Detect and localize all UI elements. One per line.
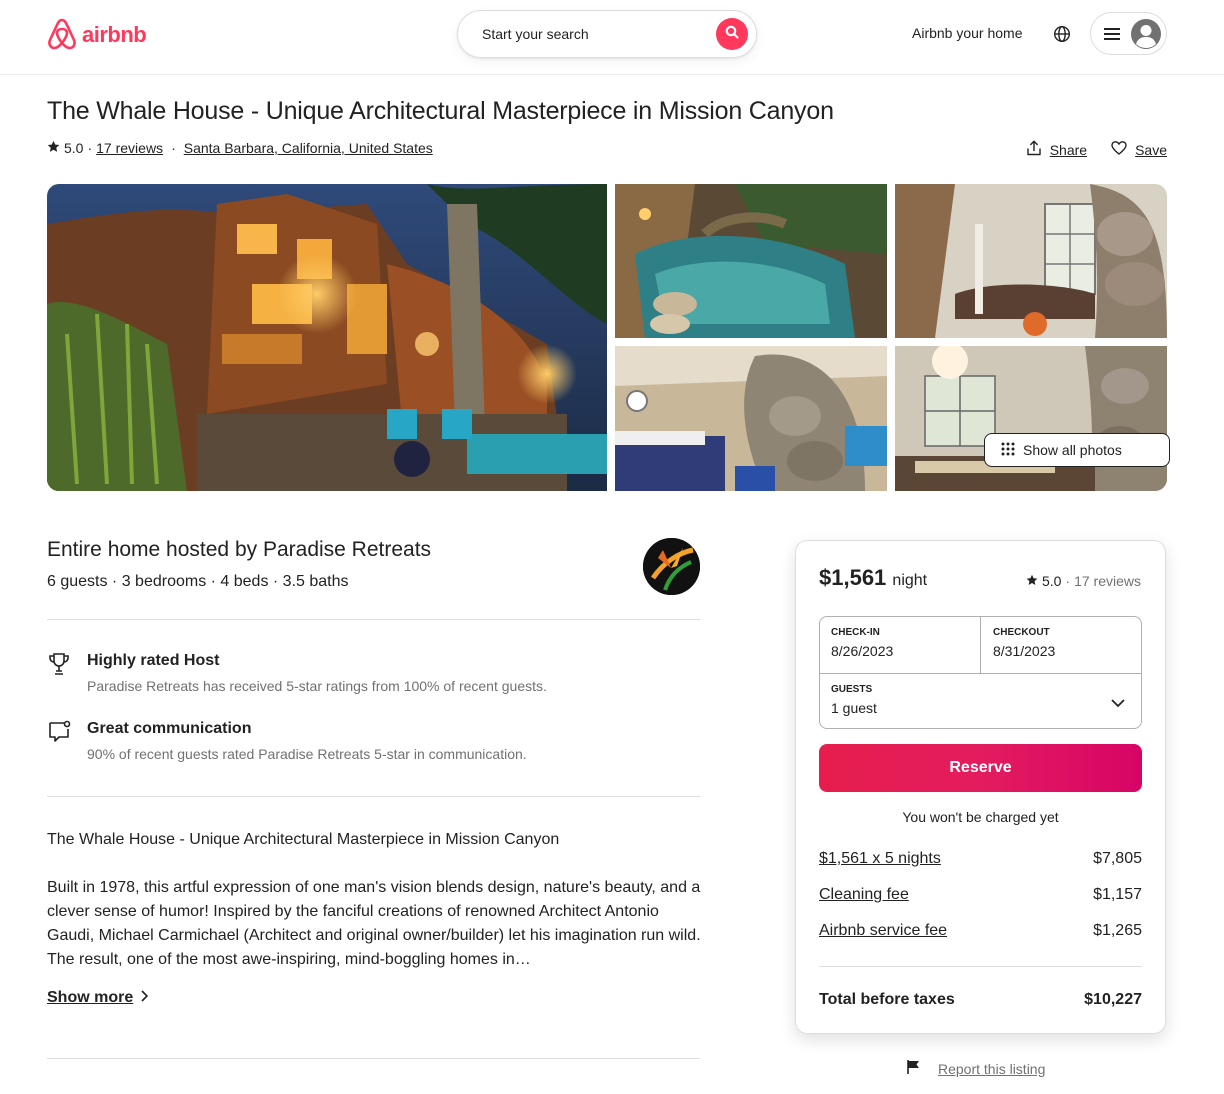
date-guest-picker: CHECK-IN 8/26/2023 CHECKOUT 8/31/2023 GU… — [819, 616, 1142, 729]
photo-3[interactable] — [895, 184, 1167, 338]
host-avatar[interactable] — [643, 538, 700, 595]
save-label: Save — [1135, 141, 1167, 158]
price-amount: $1,561 — [819, 565, 887, 590]
highlight-title: Great communication — [87, 720, 252, 737]
divider — [47, 619, 700, 620]
highlight-desc: 90% of recent guests rated Paradise Retr… — [87, 746, 527, 762]
photo-5[interactable] — [895, 346, 1167, 491]
airbnb-logo-icon — [46, 17, 78, 56]
show-more-label: Show more — [47, 989, 134, 1006]
listing-title: The Whale House - Unique Architectural M… — [47, 97, 834, 125]
no-charge-note: You won't be charged yet — [902, 809, 1059, 825]
guests-label: GUESTS — [831, 684, 873, 695]
card-rating-value: 5.0 — [1041, 573, 1062, 589]
photo-2[interactable] — [615, 184, 887, 338]
menu-icon — [1104, 27, 1120, 46]
nightly-price: $1,561 night — [819, 565, 927, 591]
share-icon — [1026, 140, 1042, 159]
highlight-desc: Paradise Retreats has received 5-star ra… — [87, 678, 547, 694]
location-link[interactable]: Santa Barbara, California, United States — [184, 140, 433, 156]
user-menu-button[interactable] — [1090, 12, 1167, 55]
fee-row: Airbnb service fee $1,265 — [819, 922, 1142, 940]
checkout-value: 8/31/2023 — [993, 643, 1056, 659]
price-unit: night — [892, 572, 928, 589]
airbnb-your-home-link[interactable]: Airbnb your home — [912, 25, 1023, 41]
airbnb-logo[interactable]: airbnb — [46, 17, 147, 56]
search-button[interactable] — [716, 18, 748, 50]
listing-actions: Share Save — [1026, 140, 1167, 159]
fee-row: $1,561 x 5 nights $7,805 — [819, 850, 1142, 868]
reviews-link[interactable]: 17 reviews — [96, 140, 163, 156]
total-amount: $10,227 — [1084, 991, 1142, 1008]
booking-card: $1,561 night 5.0 · 17 reviews CHECK-IN 8… — [795, 540, 1166, 1034]
checkout-label: CHECKOUT — [993, 627, 1050, 638]
search-bar[interactable]: Start your search — [457, 10, 757, 58]
hosted-by-heading: Entire home hosted by Paradise Retreats — [47, 538, 432, 561]
divider — [819, 966, 1142, 967]
divider — [47, 796, 700, 797]
fee-label[interactable]: Cleaning fee — [819, 886, 909, 904]
fee-amount: $1,157 — [1093, 886, 1142, 903]
listing-specs: 6 guests · 3 bedrooms · 4 beds · 3.5 bat… — [47, 573, 349, 590]
divider — [47, 1058, 700, 1059]
listing-meta: 5.0 · 17 reviews · Santa Barbara, Califo… — [47, 140, 433, 156]
logo-text: airbnb — [82, 22, 147, 47]
star-icon — [47, 140, 60, 156]
show-more-button[interactable]: Show more — [47, 989, 149, 1007]
fee-label[interactable]: Airbnb service fee — [819, 922, 947, 940]
report-label: Report this listing — [938, 1060, 1046, 1077]
main-photo[interactable] — [47, 184, 607, 491]
top-nav: airbnb Start your search Airbnb your hom… — [0, 0, 1224, 75]
highlight-title: Highly rated Host — [87, 652, 220, 669]
total-label: Total before taxes — [819, 991, 955, 1008]
search-placeholder[interactable]: Start your search — [482, 26, 589, 42]
guests-field[interactable]: GUESTS 1 guest — [820, 674, 1141, 730]
checkin-label: CHECK-IN — [831, 627, 880, 638]
star-icon — [1026, 573, 1038, 589]
description-body: Built in 1978, this artful expression of… — [47, 879, 701, 968]
fee-row: Cleaning fee $1,157 — [819, 886, 1142, 904]
show-all-photos-label: Show all photos — [1023, 442, 1122, 458]
listing-rating: 5.0 — [64, 140, 84, 156]
fee-amount: $1,265 — [1093, 922, 1142, 939]
trophy-icon — [47, 652, 71, 681]
total-row: Total before taxes $10,227 — [819, 991, 1142, 1009]
fee-label[interactable]: $1,561 x 5 nights — [819, 850, 941, 868]
user-avatar-icon — [1131, 19, 1161, 54]
photo-4[interactable] — [615, 346, 887, 491]
search-icon — [725, 25, 739, 44]
report-listing[interactable]: Report this listing — [906, 1059, 1045, 1078]
reserve-button[interactable]: Reserve — [819, 744, 1142, 792]
chevron-right-icon — [139, 989, 149, 1007]
share-button[interactable]: Share — [1026, 140, 1087, 159]
flag-icon — [906, 1059, 922, 1078]
grid-dots-icon — [1001, 442, 1015, 459]
card-rating: 5.0 · 17 reviews — [1026, 573, 1141, 589]
checkout-field[interactable]: CHECKOUT 8/31/2023 — [981, 617, 1143, 673]
show-all-photos-button[interactable]: Show all photos — [984, 433, 1170, 467]
fee-amount: $7,805 — [1093, 850, 1142, 867]
guests-value: 1 guest — [831, 700, 877, 716]
card-reviews-link[interactable]: 17 reviews — [1074, 573, 1141, 589]
chevron-down-icon[interactable] — [1111, 695, 1125, 713]
globe-icon[interactable] — [1053, 25, 1071, 48]
save-button[interactable]: Save — [1111, 140, 1167, 159]
chat-bubble-icon — [47, 720, 71, 749]
checkin-value: 8/26/2023 — [831, 643, 894, 659]
description-heading: The Whale House - Unique Architectural M… — [47, 831, 560, 848]
checkin-field[interactable]: CHECK-IN 8/26/2023 — [820, 617, 980, 673]
share-label: Share — [1049, 141, 1088, 158]
heart-icon — [1111, 140, 1127, 159]
